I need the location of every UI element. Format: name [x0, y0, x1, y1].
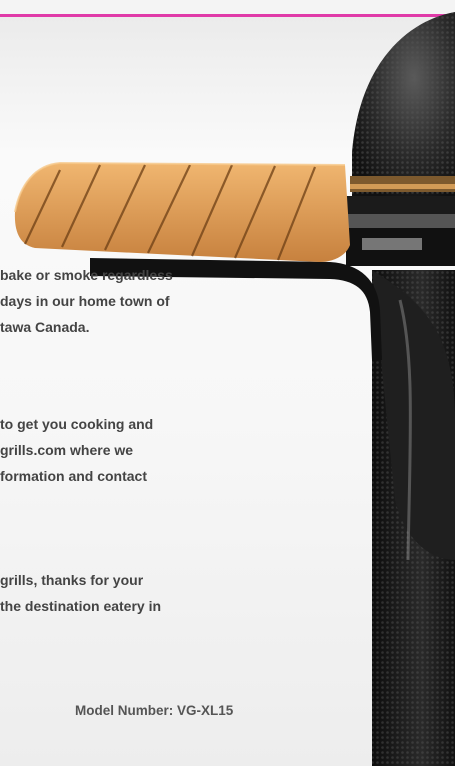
paragraph-line: to get you cooking and [0, 416, 154, 432]
paragraph-line: grills.com where we [0, 442, 134, 458]
paragraph-line: days in our home town of [0, 293, 170, 309]
kamado-grill-image [14, 12, 455, 766]
paragraph-1: bake or smoke regardless days in our hom… [0, 262, 260, 340]
paragraph-line: bake or smoke regardless [0, 267, 173, 283]
paragraph-line: the destination eatery in [0, 598, 162, 614]
paragraph-2: to get you cooking and grills.com where … [0, 411, 260, 489]
paragraph-line: grills, thanks for your [0, 572, 144, 588]
paragraph-line: formation and contact [0, 468, 148, 484]
model-number: Model Number: VG-XL15 [75, 703, 234, 718]
paragraph-line: tawa Canada. [0, 319, 90, 335]
paragraph-3: grills, thanks for your the destination … [0, 567, 260, 619]
